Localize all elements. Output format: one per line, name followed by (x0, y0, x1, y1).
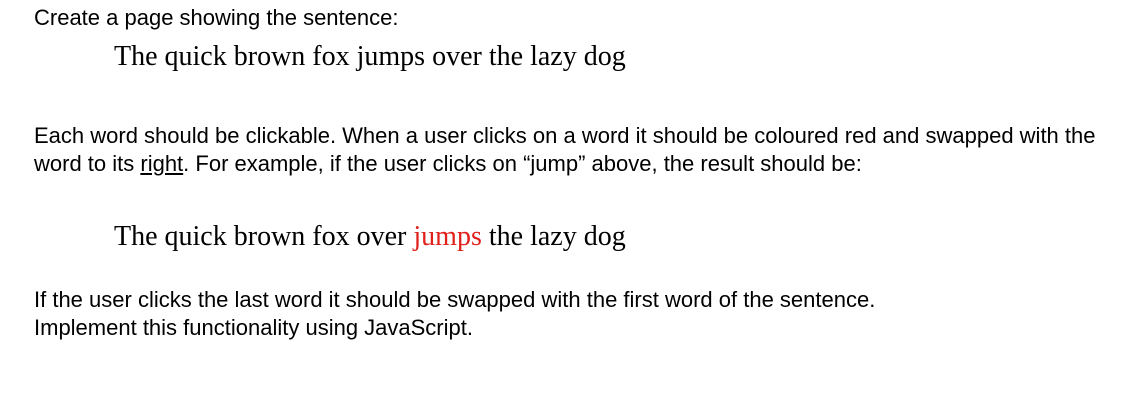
sentence-word: brown (233, 221, 306, 252)
sentence-word: jumps (356, 41, 426, 72)
sentence-word: quick (164, 221, 227, 252)
intro-text: Create a page showing the sentence: (34, 5, 399, 30)
sentence-word: quick (164, 41, 227, 72)
sentence-word: lazy (530, 41, 577, 72)
sentence-word: lazy (530, 221, 577, 252)
sentence-word: dog (583, 221, 626, 252)
closing-line-1: If the user clicks the last word it shou… (34, 287, 876, 312)
sentence-word: The (114, 41, 158, 72)
sentence-word: over (432, 41, 482, 72)
underlined-word-right: right (140, 151, 184, 176)
instructions-paragraph: Each word should be clickable. When a us… (34, 122, 1114, 178)
sentence-word: the (488, 221, 524, 252)
sentence-word: fox (312, 41, 350, 72)
sentence-word: over (356, 221, 407, 252)
sentence-word: the (488, 41, 524, 72)
sentence-word: jumps (413, 221, 482, 252)
sentence-word: fox (312, 221, 350, 252)
sentence-word: dog (583, 41, 626, 72)
original-sentence: The quick brown fox jumps over the lazy … (114, 40, 626, 74)
instructions-part-2: . For example, if the user clicks on “ju… (183, 151, 862, 176)
sentence-word: brown (233, 41, 306, 72)
example-result-sentence: The quick brown fox over jumps the lazy … (114, 220, 626, 254)
closing-paragraph: If the user clicks the last word it shou… (34, 286, 1114, 342)
sentence-word: The (114, 221, 158, 252)
closing-line-2: Implement this functionality using JavaS… (34, 315, 473, 340)
